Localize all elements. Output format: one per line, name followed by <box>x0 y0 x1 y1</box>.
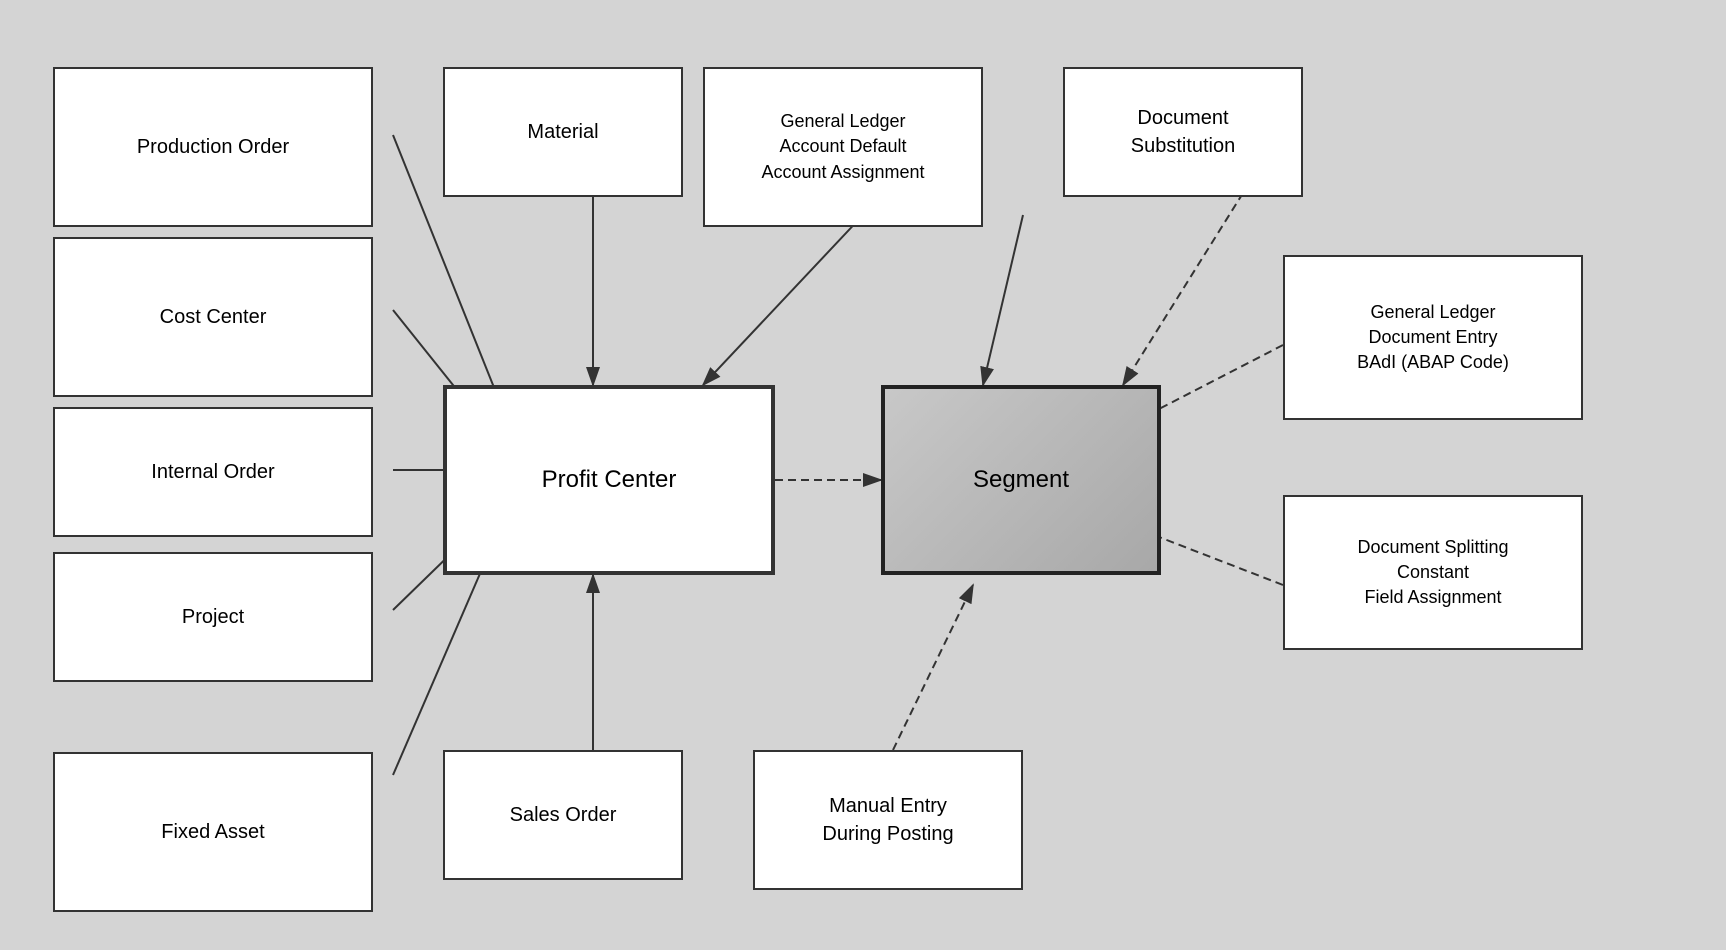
diagram-container: Production Order Cost Center Internal Or… <box>23 15 1703 935</box>
internal-order-box: Internal Order <box>53 407 373 537</box>
fixed-asset-box: Fixed Asset <box>53 752 373 912</box>
gl-account-box: General Ledger Account Default Account A… <box>703 67 983 227</box>
production-order-box: Production Order <box>53 67 373 227</box>
cost-center-box: Cost Center <box>53 237 373 397</box>
gl-badi-box: General Ledger Document Entry BAdI (ABAP… <box>1283 255 1583 420</box>
project-box: Project <box>53 552 373 682</box>
doc-splitting-box: Document Splitting Constant Field Assign… <box>1283 495 1583 650</box>
sales-order-box: Sales Order <box>443 750 683 880</box>
profit-center-box: Profit Center <box>443 385 775 575</box>
document-substitution-box: Document Substitution <box>1063 67 1303 197</box>
manual-entry-box: Manual Entry During Posting <box>753 750 1023 890</box>
segment-box: Segment <box>881 385 1161 575</box>
material-box: Material <box>443 67 683 197</box>
